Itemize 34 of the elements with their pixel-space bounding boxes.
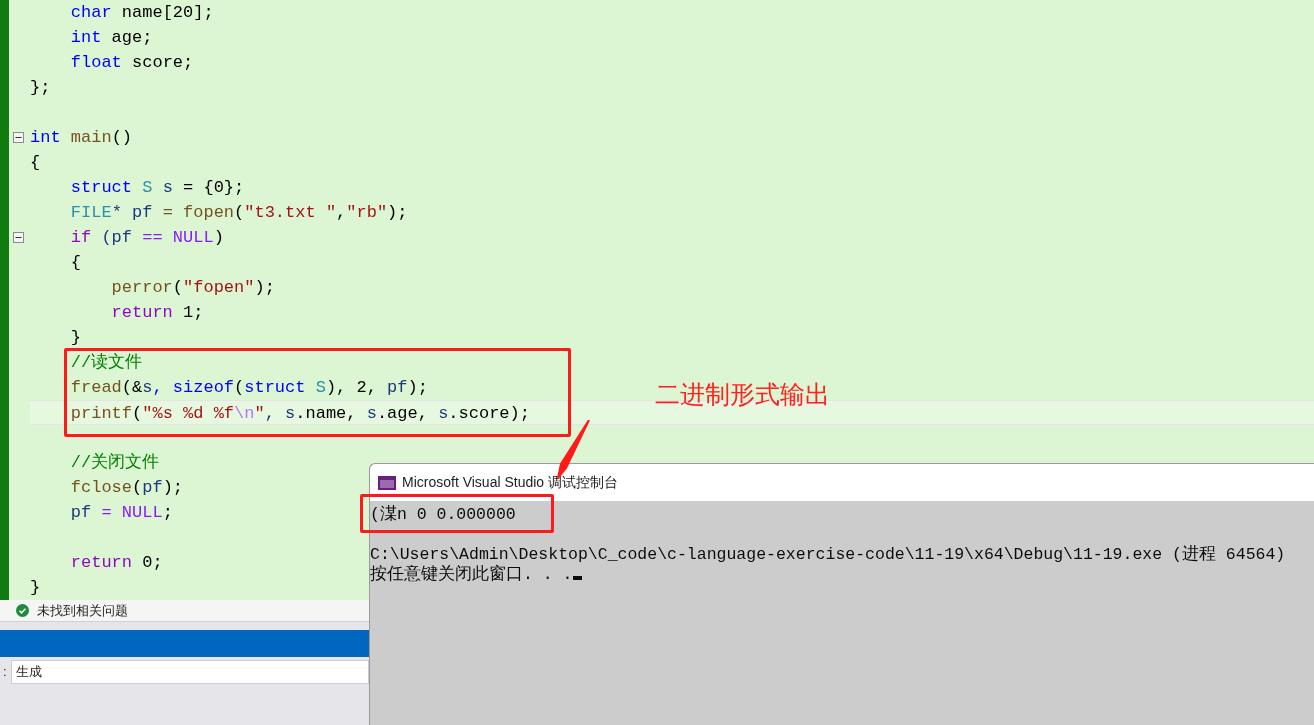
code-line: {	[69, 253, 81, 272]
code-line: if (pf == NULL)	[69, 228, 224, 247]
issues-status: 未找到相关问题	[37, 601, 128, 620]
code-line: FILE* pf = fopen("t3.txt ","rb");	[69, 203, 408, 222]
code-line: }	[69, 328, 81, 347]
console-output-line: 按任意键关闭此窗口. . .	[370, 565, 573, 585]
collapse-icon[interactable]	[13, 232, 24, 243]
code-line: fread(&s, sizeof(struct S), 2, pf);	[69, 378, 428, 397]
code-line: }	[30, 578, 41, 597]
terminal-icon	[378, 475, 396, 490]
code-line: return 0;	[69, 553, 163, 572]
console-title: Microsoft Visual Studio 调试控制台	[402, 473, 619, 492]
code-line: //读文件	[69, 353, 143, 372]
code-line: struct S s = {0};	[69, 178, 245, 197]
code-line: int main()	[30, 128, 133, 147]
code-line: perror("fopen");	[110, 278, 275, 297]
output-source-label: :	[2, 663, 7, 682]
code-line: int age;	[69, 28, 153, 47]
console-output-line: C:\Users\Admin\Desktop\C_code\c-language-exercise-code\11-19\x64\Debug\11-19.exe (进程 64564)	[370, 545, 1286, 564]
text-cursor	[572, 576, 582, 580]
code-line: printf("%s %d %f\n", s.name, s.age, s.score);	[69, 404, 530, 423]
check-icon	[16, 604, 29, 617]
code-line: pf = NULL;	[69, 503, 173, 522]
code-line: char name[20];	[69, 3, 214, 22]
console-output-line: (湈n 0 0.000000	[370, 505, 516, 525]
code-line: fclose(pf);	[69, 478, 184, 497]
output-source-dropdown[interactable]: 生成	[10, 660, 369, 684]
annotation-label: 二进制形式输出	[655, 379, 830, 410]
code-line: //关闭文件	[69, 453, 160, 472]
code-line: float score;	[69, 53, 194, 72]
code-line: };	[30, 78, 51, 97]
collapse-icon[interactable]	[13, 132, 24, 143]
code-line: {	[30, 153, 41, 172]
code-line: return 1;	[110, 303, 204, 322]
